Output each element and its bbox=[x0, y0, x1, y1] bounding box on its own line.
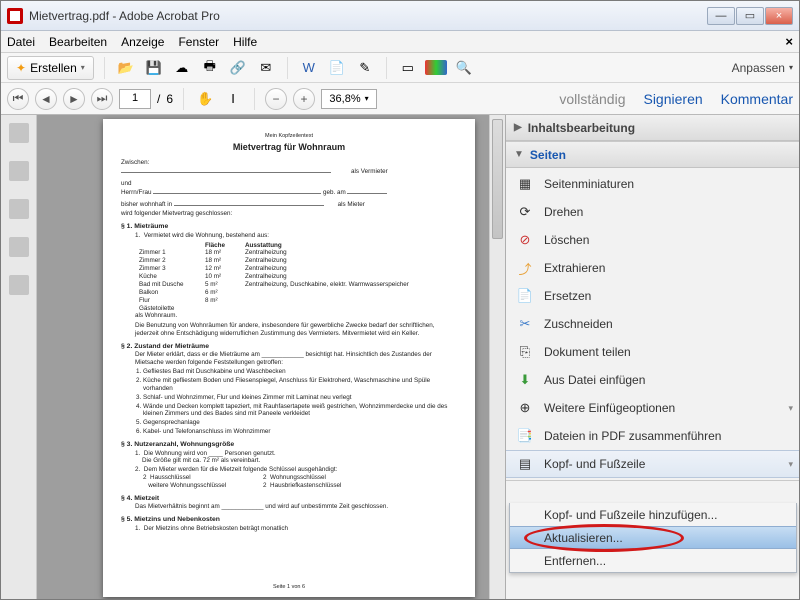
collapse-arrow-icon: ▼ bbox=[514, 149, 524, 160]
tools-link[interactable]: vollständig bbox=[559, 91, 625, 107]
prev-page-icon[interactable]: ◄ bbox=[35, 88, 57, 110]
combine-icon: 📑 bbox=[516, 427, 534, 445]
thumbnails-icon: ▦ bbox=[516, 175, 534, 193]
menu-hilfe[interactable]: Hilfe bbox=[233, 35, 257, 49]
create-star-icon: ✦ bbox=[16, 61, 26, 75]
sidebar-item-crop[interactable]: ✂Zuschneiden bbox=[506, 310, 799, 338]
dropdown-arrow-icon: ▾ bbox=[788, 459, 793, 470]
acrobat-icon bbox=[7, 8, 23, 24]
rotate-icon: ⟳ bbox=[516, 203, 534, 221]
comment-link[interactable]: Kommentar bbox=[721, 91, 793, 107]
vertical-scrollbar[interactable] bbox=[489, 115, 505, 599]
header-footer-submenu: Kopf- und Fußzeile hinzufügen... Aktuali… bbox=[509, 503, 797, 573]
header-footer-icon: ▤ bbox=[516, 455, 534, 473]
sidebar-item-combine[interactable]: 📑Dateien in PDF zusammenführen bbox=[506, 422, 799, 450]
page-number-input[interactable]: 1 bbox=[119, 89, 151, 109]
select-tool-icon[interactable]: I bbox=[222, 88, 244, 110]
first-page-icon[interactable]: ⏮ bbox=[7, 88, 29, 110]
dropdown-arrow-icon: ▾ bbox=[788, 403, 793, 414]
zoom-out-icon[interactable]: − bbox=[265, 88, 287, 110]
sidebar-item-split[interactable]: ⎘Dokument teilen bbox=[506, 338, 799, 366]
dropdown-arrow-icon: ▾ bbox=[789, 63, 793, 72]
bookmarks-icon[interactable] bbox=[9, 161, 29, 181]
navigation-pane bbox=[1, 115, 37, 599]
next-page-icon[interactable]: ► bbox=[63, 88, 85, 110]
page-separator: / bbox=[157, 92, 160, 106]
sidebar-item-replace[interactable]: 📄Ersetzen bbox=[506, 282, 799, 310]
layers-icon[interactable] bbox=[9, 237, 29, 257]
tools-sidebar: ▶ Inhaltsbearbeitung ▼ Seiten ▦Seitenmin… bbox=[505, 115, 799, 599]
zoom-in-icon[interactable]: + bbox=[293, 88, 315, 110]
extract-icon: ⤴ bbox=[516, 259, 534, 277]
sidebar-item-rotate[interactable]: ⟳Drehen bbox=[506, 198, 799, 226]
sidebar-item-delete[interactable]: ⊘Löschen bbox=[506, 226, 799, 254]
share-icon[interactable]: 🔗 bbox=[227, 57, 249, 79]
insert-file-icon: ⬇ bbox=[516, 371, 534, 389]
sign-link[interactable]: Signieren bbox=[643, 91, 702, 107]
pdf-page: Mein Kopfzeilentext Mietvertrag für Wohn… bbox=[103, 119, 475, 597]
doc-title: Mietvertrag für Wohnraum bbox=[121, 142, 457, 153]
maximize-button[interactable]: ▭ bbox=[736, 7, 764, 25]
create-label: Erstellen bbox=[30, 61, 77, 75]
sidebar-item-header-footer[interactable]: ▤Kopf- und Fußzeile▾ bbox=[506, 450, 799, 478]
split-icon: ⎘ bbox=[516, 343, 534, 361]
sidebar-section-inhalt[interactable]: ▶ Inhaltsbearbeitung bbox=[506, 115, 799, 141]
customize-label: Anpassen bbox=[732, 61, 785, 75]
sidebar-item-thumbnails[interactable]: ▦Seitenminiaturen bbox=[506, 170, 799, 198]
print-icon[interactable]: 🖶 bbox=[199, 57, 221, 79]
expand-arrow-icon: ▶ bbox=[514, 122, 522, 133]
delete-icon: ⊘ bbox=[516, 231, 534, 249]
menu-bearbeiten[interactable]: Bearbeiten bbox=[49, 35, 107, 49]
thumbnails-icon[interactable] bbox=[9, 123, 29, 143]
close-button[interactable]: × bbox=[765, 7, 793, 25]
open-icon[interactable]: 📂 bbox=[115, 57, 137, 79]
dropdown-arrow-icon: ▾ bbox=[81, 63, 85, 72]
mail-icon[interactable]: ✉ bbox=[255, 57, 277, 79]
menu-bar: Datei Bearbeiten Anzeige Fenster Hilfe × bbox=[1, 31, 799, 53]
customize-button[interactable]: Anpassen ▾ bbox=[732, 61, 793, 75]
edit-icon[interactable]: ✎ bbox=[354, 57, 376, 79]
submenu-remove-header-footer[interactable]: Entfernen... bbox=[510, 549, 796, 572]
save-icon[interactable]: 💾 bbox=[143, 57, 165, 79]
document-viewport[interactable]: Mein Kopfzeilentext Mietvertrag für Wohn… bbox=[37, 115, 505, 599]
main-area: Mein Kopfzeilentext Mietvertrag für Wohn… bbox=[1, 115, 799, 599]
attachments-icon[interactable] bbox=[9, 199, 29, 219]
sidebar-item-extract[interactable]: ⤴Extrahieren bbox=[506, 254, 799, 282]
last-page-icon[interactable]: ⏭ bbox=[91, 88, 113, 110]
page-footer: Seite 1 von 6 bbox=[103, 584, 475, 591]
sidebar-section-seiten[interactable]: ▼ Seiten bbox=[506, 142, 799, 168]
menu-anzeige[interactable]: Anzeige bbox=[121, 35, 164, 49]
menu-datei[interactable]: Datei bbox=[7, 35, 35, 49]
title-bar: Mietvertrag.pdf - Adobe Acrobat Pro — ▭ … bbox=[1, 1, 799, 31]
signatures-icon[interactable] bbox=[9, 275, 29, 295]
page-header-text: Mein Kopfzeilentext bbox=[121, 133, 457, 140]
search-icon[interactable]: 🔍 bbox=[453, 57, 475, 79]
create-button[interactable]: ✦ Erstellen ▾ bbox=[7, 56, 94, 80]
select-icon[interactable]: ▭ bbox=[397, 57, 419, 79]
sidebar-item-insert-from-file[interactable]: ⬇Aus Datei einfügen bbox=[506, 366, 799, 394]
zoom-level[interactable]: 36,8%▾ bbox=[321, 89, 377, 109]
window-title: Mietvertrag.pdf - Adobe Acrobat Pro bbox=[29, 9, 220, 23]
main-toolbar: ✦ Erstellen ▾ 📂 💾 ☁ 🖶 🔗 ✉ W 📄 ✎ ▭ aa 🔍 A… bbox=[1, 53, 799, 83]
replace-icon: 📄 bbox=[516, 287, 534, 305]
submenu-update-header-footer[interactable]: Aktualisieren... bbox=[510, 526, 796, 549]
cloud-icon[interactable]: ☁ bbox=[171, 57, 193, 79]
convert-word-icon[interactable]: W bbox=[298, 57, 320, 79]
color-icon[interactable]: aa bbox=[425, 57, 447, 79]
more-insert-icon: ⊕ bbox=[516, 399, 534, 417]
document-close-button[interactable]: × bbox=[785, 34, 793, 49]
hand-tool-icon[interactable]: ✋ bbox=[194, 88, 216, 110]
submenu-add-header-footer[interactable]: Kopf- und Fußzeile hinzufügen... bbox=[510, 503, 796, 526]
scrollbar-thumb[interactable] bbox=[492, 119, 503, 239]
crop-icon: ✂ bbox=[516, 315, 534, 333]
nav-toolbar: ⏮ ◄ ► ⏭ 1 / 6 ✋ I − + 36,8%▾ vollständig… bbox=[1, 83, 799, 115]
scan-icon[interactable]: 📄 bbox=[326, 57, 348, 79]
minimize-button[interactable]: — bbox=[707, 7, 735, 25]
sidebar-item-more-insert[interactable]: ⊕Weitere Einfügeoptionen▾ bbox=[506, 394, 799, 422]
menu-fenster[interactable]: Fenster bbox=[178, 35, 219, 49]
page-total: 6 bbox=[166, 92, 173, 106]
